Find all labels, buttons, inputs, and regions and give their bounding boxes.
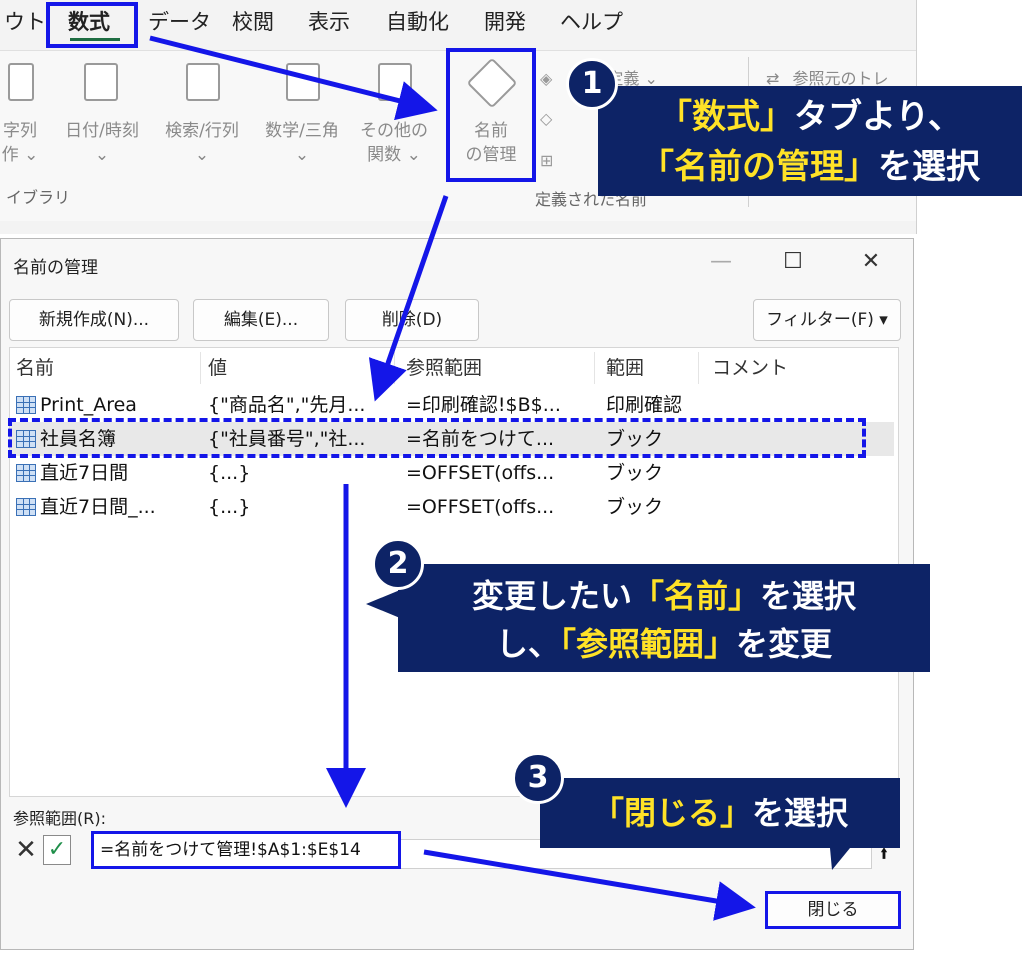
callout3-pointer (830, 848, 850, 870)
callout3-highlight: 「閉じる」 (591, 794, 752, 832)
callout-step2: 変更したい「名前」を選択 し、「参照範囲」を変更 (398, 564, 930, 672)
callout2-highlight2: 「参照範囲」 (559, 625, 736, 663)
arrow-refers-to-to-close (423, 849, 756, 921)
callout-step1: 「数式」タブより、 「名前の管理」を選択 (598, 86, 1022, 196)
arrow-name-manager-to-list (368, 195, 449, 402)
callout2-text1b: を選択 (760, 577, 857, 615)
arrow-tab-to-name-manager (149, 35, 438, 121)
callout1-text2: を選択 (878, 147, 980, 187)
callout1-highlight1: 「数式」 (658, 97, 795, 137)
callout2-pointer (366, 590, 400, 618)
step1-badge: 1 (566, 58, 618, 110)
step2-badge: 2 (372, 538, 424, 590)
callout1-highlight2: 「名前の管理」 (640, 147, 878, 187)
callout-step3: 「閉じる」を選択 (540, 778, 900, 848)
callout2-text1a: 変更したい (471, 577, 632, 615)
step3-badge: 3 (512, 752, 564, 804)
callout1-text1: タブより、 (794, 97, 962, 137)
callout2-text2a: し、 (495, 625, 560, 663)
callout3-text: を選択 (752, 794, 849, 832)
callout2-text2b: を変更 (736, 625, 833, 663)
callout2-highlight1: 「名前」 (631, 577, 760, 615)
